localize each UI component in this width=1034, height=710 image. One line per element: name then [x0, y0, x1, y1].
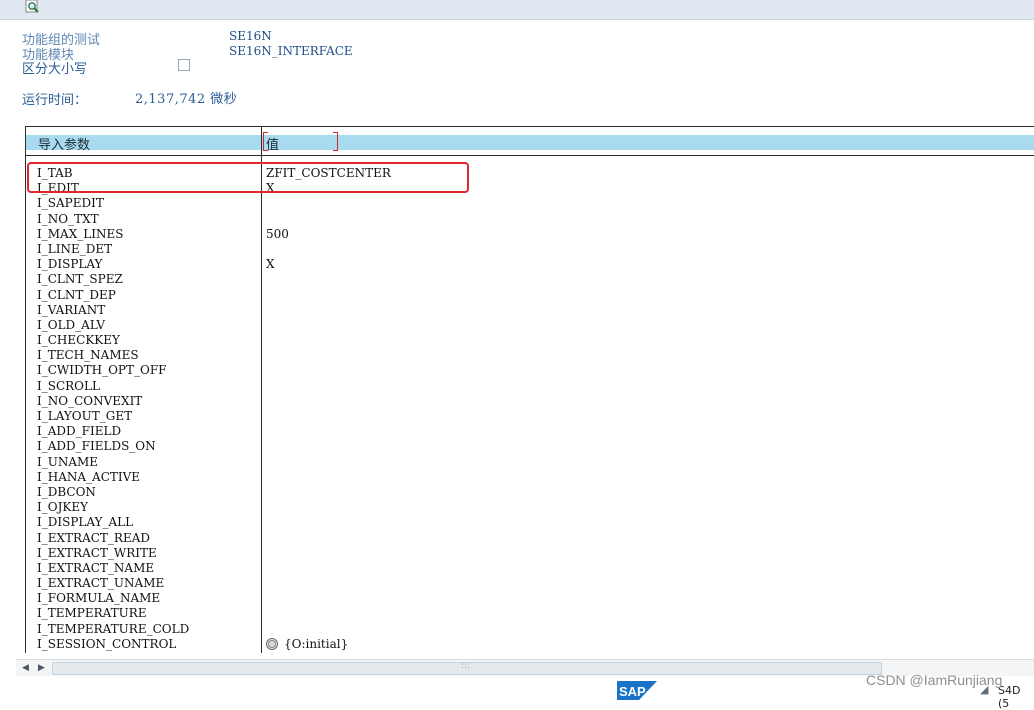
object-reference-icon — [266, 638, 278, 651]
scroll-right-icon[interactable]: ▶ — [38, 663, 45, 673]
value-cell[interactable] — [266, 439, 391, 454]
session-control-value[interactable]: {O:initial} — [266, 637, 391, 652]
param-row[interactable]: I_TECH_NAMES — [37, 348, 189, 363]
header-value-bracket-right — [333, 132, 338, 151]
value-cell[interactable] — [266, 379, 391, 394]
value-cell[interactable] — [266, 424, 391, 439]
value-cell[interactable] — [266, 470, 391, 485]
param-row[interactable]: I_OLD_ALV — [37, 318, 189, 333]
param-row[interactable]: I_NO_CONVEXIT — [37, 394, 189, 409]
param-row[interactable]: I_MAX_LINES — [37, 227, 189, 242]
value-list: ZFIT_COSTCENTER X 500 X {O:initial} — [266, 166, 391, 652]
runtime-label: 运行时间： — [22, 93, 88, 108]
param-row[interactable]: I_EXTRACT_READ — [37, 531, 189, 546]
value-cell[interactable] — [266, 212, 391, 227]
value-cell[interactable] — [266, 500, 391, 515]
param-row[interactable]: I_VARIANT — [37, 303, 189, 318]
param-row[interactable]: I_TEMPERATURE_COLD — [37, 622, 189, 637]
value-cell[interactable] — [266, 242, 391, 257]
value-cell[interactable] — [266, 272, 391, 287]
param-list: I_TAB I_EDIT I_SAPEDIT I_NO_TXT I_MAX_LI… — [37, 166, 189, 652]
column-header-param: 导入参数 — [38, 138, 91, 153]
value-cell[interactable] — [266, 531, 391, 546]
value-cell[interactable] — [266, 288, 391, 303]
value-cell[interactable] — [266, 196, 391, 211]
param-row[interactable]: I_CLNT_SPEZ — [37, 272, 189, 287]
scroll-left-icon[interactable]: ◀ — [22, 663, 29, 673]
watermark: CSDN @IamRunjiang — [866, 672, 1003, 688]
value-cell[interactable] — [266, 363, 391, 378]
param-row[interactable]: I_EXTRACT_NAME — [37, 561, 189, 576]
value-cell[interactable] — [266, 576, 391, 591]
value-cell[interactable] — [266, 394, 391, 409]
header-divider — [26, 155, 1034, 156]
param-row[interactable]: I_EXTRACT_WRITE — [37, 546, 189, 561]
execute-magnifier-icon[interactable] — [25, 0, 41, 14]
session-control-text: {O:initial} — [284, 636, 349, 651]
param-row[interactable]: I_CLNT_DEP — [37, 288, 189, 303]
param-row[interactable]: I_ADD_FIELD — [37, 424, 189, 439]
case-sensitive-checkbox[interactable] — [178, 59, 190, 71]
param-row[interactable]: I_CWIDTH_OPT_OFF — [37, 363, 189, 378]
runtime-value: 2,137,742 微秒 — [135, 92, 238, 107]
value-cell[interactable] — [266, 606, 391, 621]
param-row[interactable]: I_EXTRACT_UNAME — [37, 576, 189, 591]
column-divider — [261, 127, 262, 653]
case-sensitive-label: 区分大小写 — [22, 62, 88, 77]
param-row[interactable]: I_NO_TXT — [37, 212, 189, 227]
param-row[interactable]: I_CHECKKEY — [37, 333, 189, 348]
param-row[interactable]: I_ADD_FIELDS_ON — [37, 439, 189, 454]
param-row[interactable]: I_LAYOUT_GET — [37, 409, 189, 424]
param-row[interactable]: I_DISPLAY — [37, 257, 189, 272]
test-value: SE16N — [229, 29, 272, 43]
scrollbar-thumb[interactable]: ::: — [52, 661, 882, 675]
param-row[interactable]: I_OJKEY — [37, 500, 189, 515]
param-row[interactable]: I_TEMPERATURE — [37, 606, 189, 621]
param-row[interactable]: I_LINE_DET — [37, 242, 189, 257]
import-params-panel: 导入参数 值 I_TAB I_EDIT I_SAPEDIT I_NO_TXT I… — [25, 126, 1034, 653]
grip-icon: ::: — [461, 661, 471, 671]
value-cell[interactable] — [266, 409, 391, 424]
sap-logo: SAP — [617, 681, 657, 700]
sap-logo-text: SAP — [619, 684, 646, 699]
value-cell[interactable] — [266, 333, 391, 348]
param-row[interactable]: I_DBCON — [37, 485, 189, 500]
value-cell[interactable] — [266, 561, 391, 576]
value-cell[interactable] — [266, 515, 391, 530]
value-cell[interactable] — [266, 348, 391, 363]
param-row[interactable]: I_FORMULA_NAME — [37, 591, 189, 606]
value-cell[interactable]: 500 — [266, 227, 391, 242]
param-row[interactable]: I_DISPLAY_ALL — [37, 515, 189, 530]
value-cell[interactable] — [266, 303, 391, 318]
value-cell[interactable] — [266, 622, 391, 637]
param-row[interactable]: I_SCROLL — [37, 379, 189, 394]
value-cell[interactable] — [266, 318, 391, 333]
value-cell[interactable] — [266, 455, 391, 470]
system-info[interactable]: S4D (5 — [998, 684, 1034, 710]
param-row[interactable]: I_HANA_ACTIVE — [37, 470, 189, 485]
annotation-highlight-box — [27, 162, 469, 193]
param-row[interactable]: I_SESSION_CONTROL — [37, 637, 189, 652]
param-row[interactable]: I_SAPEDIT — [37, 196, 189, 211]
value-cell[interactable] — [266, 591, 391, 606]
application-toolbar — [0, 0, 1034, 20]
column-header-value: 值 — [266, 138, 280, 153]
module-value: SE16N_INTERFACE — [229, 44, 353, 58]
value-cell[interactable] — [266, 546, 391, 561]
value-cell[interactable]: X — [266, 257, 391, 272]
param-row[interactable]: I_UNAME — [37, 455, 189, 470]
column-header-band: 导入参数 值 — [26, 132, 1034, 153]
value-cell[interactable] — [266, 485, 391, 500]
